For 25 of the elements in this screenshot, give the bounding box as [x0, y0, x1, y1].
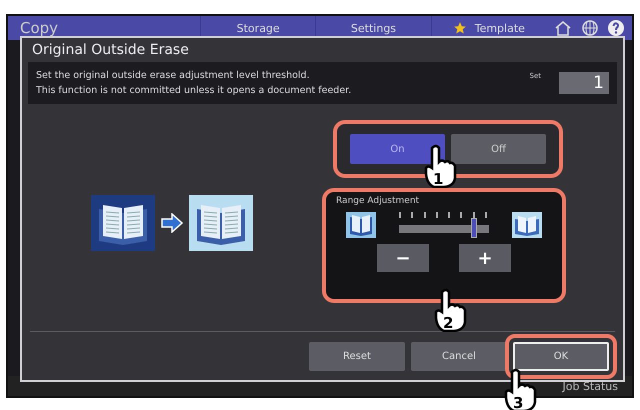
home-icon[interactable]	[554, 20, 572, 36]
step-number: 1	[433, 170, 444, 188]
book-icon	[189, 194, 253, 250]
book-icon	[91, 194, 155, 250]
dialog-button[interactable]: Cancel	[411, 342, 507, 370]
dialog-title: Original Outside Erase	[31, 41, 190, 60]
toggle-button[interactable]: Off	[451, 134, 546, 164]
job-status-label[interactable]: Job Status	[562, 380, 618, 392]
range-label: Range Adjustment	[336, 196, 420, 206]
globe-icon[interactable]	[582, 20, 598, 36]
book-icon	[512, 212, 542, 238]
app-title: Copy	[19, 19, 60, 37]
slider-thumb[interactable]	[471, 218, 478, 238]
book-icon	[346, 212, 376, 238]
step-number: 2	[443, 314, 454, 332]
decrease-button[interactable]: −	[377, 244, 429, 272]
step-number: 3	[513, 394, 524, 410]
help-icon[interactable]	[608, 20, 624, 36]
dialog-button[interactable]: Reset	[309, 342, 405, 370]
toggle-button[interactable]: On	[350, 134, 445, 164]
set-value-field: 1	[559, 72, 609, 94]
increase-button[interactable]: +	[459, 244, 511, 272]
slider[interactable]	[399, 212, 489, 238]
instruction-text: Set the original outside erase adjustment level threshold. This function is not committed unless it opens a document feeder.	[36, 69, 352, 98]
right-arrow-icon	[161, 212, 183, 232]
